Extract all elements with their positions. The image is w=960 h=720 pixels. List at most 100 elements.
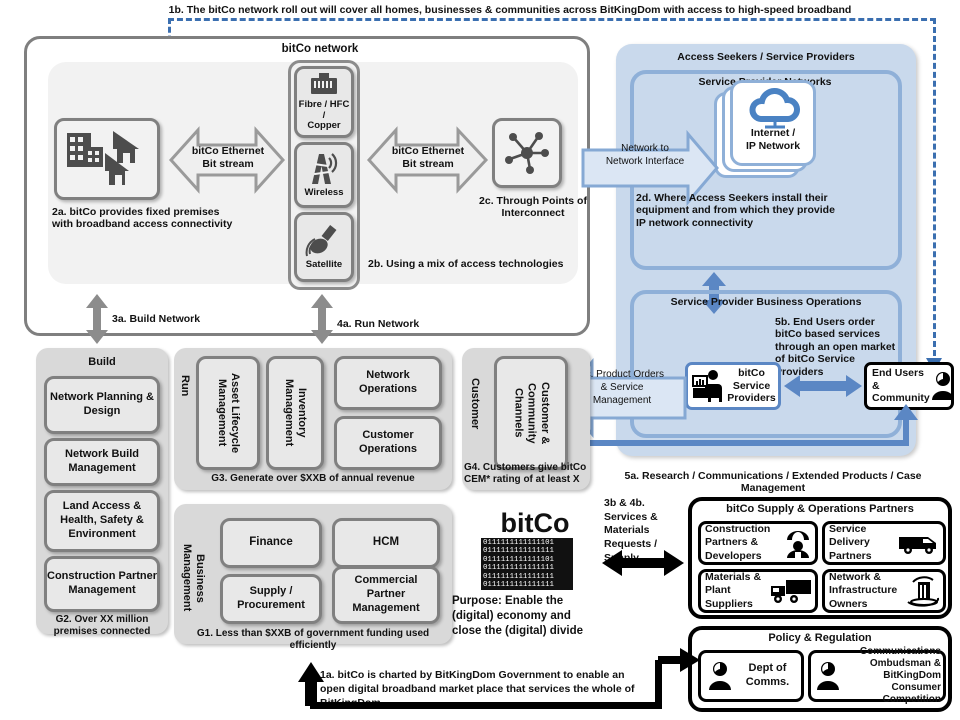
bitstream-left-line2: Bit stream — [202, 158, 254, 171]
policy-item-1[interactable]: Communications Ombudsman & BitKingDom Co… — [808, 646, 946, 705]
ethernet-port-icon — [311, 72, 337, 94]
customer-channels-label: Customer & Community Channels — [512, 381, 551, 445]
end-users-box[interactable]: End Users & Community — [864, 362, 954, 410]
partner-item-1[interactable]: Service Delivery Partners — [822, 521, 946, 565]
partner-item-0-label: Construction Partners & Developers — [705, 523, 771, 562]
binary-row-0: 0111111111111101 — [483, 539, 554, 547]
charter-line-bottom — [310, 702, 662, 709]
bitstream-left-label: bitCo Ethernet Bit stream — [181, 145, 275, 171]
binary-row-3: 0111111111111111 — [483, 564, 554, 573]
product-orders-line1: 5c. Product Orders — [580, 369, 664, 380]
run-goal: G3. Generate over $XXB of annual revenue — [211, 473, 415, 484]
build-item-0[interactable]: Network Planning & Design — [44, 376, 160, 434]
business-goal: G1. Less than $XXB of government funding… — [196, 628, 430, 651]
build-goal: G2. Over XX million premises connected — [53, 614, 151, 637]
access-tech-fibre[interactable]: Fibre / HFC / Copper — [294, 66, 354, 138]
premises-box[interactable] — [54, 118, 160, 200]
poi-caption: 2c. Through Points of Interconnect — [479, 195, 587, 220]
bitco-binary-block: 0111111111111101 0111111111111111 011111… — [481, 538, 573, 590]
policy-item-0-label: Dept of Comms. — [745, 662, 790, 688]
policy-item-1-label: Communications Ombudsman & BitKingDom Co… — [859, 646, 941, 705]
binary-row-4: 0111111111111111 — [483, 572, 554, 581]
service-desk-icon — [692, 370, 722, 402]
run-item-1-label: Customer Operations — [358, 429, 418, 455]
business-item-0-label: Finance — [249, 536, 293, 549]
dashed-route-right — [933, 18, 936, 356]
run-vertical-item-1-label: Inventory Management — [283, 379, 309, 447]
bitstream-left-line1: bitCo Ethernet — [191, 145, 265, 157]
buildings-houses-icon — [67, 131, 139, 185]
product-orders-line2: & Service — [600, 382, 644, 393]
build-item-2[interactable]: Land Access & Health, Safety & Environme… — [44, 490, 160, 552]
point-of-interconnect-box[interactable] — [492, 118, 562, 188]
premises-caption: 2a. bitCo provides fixed premises with b… — [52, 206, 233, 231]
internet-ip-network-box[interactable]: Internet / IP Network — [730, 80, 816, 166]
binary-row-5: 0111111111111111 — [483, 581, 554, 590]
build-item-3[interactable]: Construction Partner Management — [44, 556, 160, 612]
satellite-dish-icon — [305, 224, 337, 257]
access-tech-satellite[interactable]: Satellite — [294, 212, 354, 282]
bitco-purpose: Purpose: Enable the (digital) economy an… — [452, 595, 583, 638]
bitco-service-providers-box[interactable]: bitCo Service Providers — [685, 362, 781, 410]
business-title: Business Management — [180, 544, 206, 612]
radio-tower-icon — [312, 153, 338, 184]
build-item-1[interactable]: Network Build Management — [44, 438, 160, 486]
policy-title: Policy & Regulation — [768, 632, 872, 644]
bitstream-right-line2: Bit stream — [402, 158, 454, 171]
run-vertical-item-0[interactable]: Asset Lifecycle Management — [196, 356, 260, 470]
access-seekers-title: Access Seekers / Service Providers — [677, 51, 855, 63]
access-tech-fibre-label: Fibre / HFC / Copper — [298, 98, 350, 132]
business-item-3-label: Commercial Partner Management — [352, 574, 420, 614]
build-item-2-label: Land Access & Health, Safety & Environme… — [60, 500, 144, 540]
policy-item-0[interactable]: Dept of Comms. — [698, 650, 804, 702]
partner-item-3-label: Network & Infrastructure Owners — [829, 571, 898, 610]
partner-item-2[interactable]: Materials & Plant Suppliers — [698, 569, 818, 613]
business-item-1[interactable]: HCM — [332, 518, 440, 568]
run-item-1[interactable]: Customer Operations — [334, 416, 442, 470]
build-network-arrow — [86, 294, 108, 344]
person-icon — [931, 372, 954, 400]
nni-label: Network to Network Interface — [590, 142, 700, 168]
person-icon — [817, 662, 839, 690]
customer-channels-box[interactable]: Customer & Community Channels — [494, 356, 568, 470]
bitstream-right-label: bitCo Ethernet Bit stream — [381, 145, 475, 171]
business-item-0[interactable]: Finance — [220, 518, 322, 568]
nni-line1: Network to — [621, 143, 669, 154]
run-network-arrow — [311, 294, 333, 344]
access-caption: 2b. Using a mix of access technologies — [368, 258, 564, 270]
build-item-1-label: Network Build Management — [65, 448, 139, 474]
charter-arrowhead-left — [298, 662, 324, 706]
product-orders-line3: Management — [592, 395, 652, 406]
build-network-label: 3a. Build Network — [112, 313, 201, 325]
business-item-3[interactable]: Commercial Partner Management — [332, 566, 440, 624]
nni-line2: Network Interface — [605, 156, 685, 167]
service-provider-business-ops-title: Service Provider Business Operations — [670, 296, 862, 308]
run-network-label: 4a. Run Network — [337, 318, 420, 330]
top-note: 1b. The bitCo network roll out will cove… — [168, 4, 852, 16]
truck-icon — [771, 580, 811, 603]
bitco-network-title: bitCo network — [281, 43, 359, 55]
partner-item-0[interactable]: Construction Partners & Developers — [698, 521, 818, 565]
research-caption: 5a. Research / Communications / Extended… — [624, 470, 922, 495]
charter-arrowhead-right — [658, 648, 700, 672]
network-node-icon — [505, 132, 549, 174]
business-item-2-label: Supply / Procurement — [237, 585, 305, 611]
business-item-2[interactable]: Supply / Procurement — [220, 574, 322, 624]
sp-to-endusers-arrow — [784, 375, 862, 397]
binary-row-2: 0111111111111101 — [483, 555, 554, 564]
build-item-0-label: Network Planning & Design — [50, 391, 154, 417]
run-item-0[interactable]: Network Operations — [334, 356, 442, 410]
bitco-brand-name: bitCo — [500, 508, 570, 538]
binary-row-1: 0111111111111111 — [483, 547, 554, 556]
partner-item-3[interactable]: Network & Infrastructure Owners — [822, 569, 946, 613]
customer-title: Customer — [468, 378, 481, 430]
service-provider-networks-caption: 2d. Where Access Seekers install their e… — [636, 192, 835, 229]
feedback-line-horizontal — [568, 440, 909, 446]
supply-arrow — [602, 550, 684, 576]
run-vertical-item-1[interactable]: Inventory Management — [266, 356, 324, 470]
internet-ip-network-label: Internet / IP Network — [745, 127, 801, 152]
build-item-3-label: Construction Partner Management — [47, 570, 158, 596]
access-tech-wireless[interactable]: Wireless — [294, 142, 354, 208]
end-users-label: End Users & Community — [872, 367, 930, 405]
customer-goal: G4. Customers give bitCo CEM* rating of … — [464, 462, 587, 485]
